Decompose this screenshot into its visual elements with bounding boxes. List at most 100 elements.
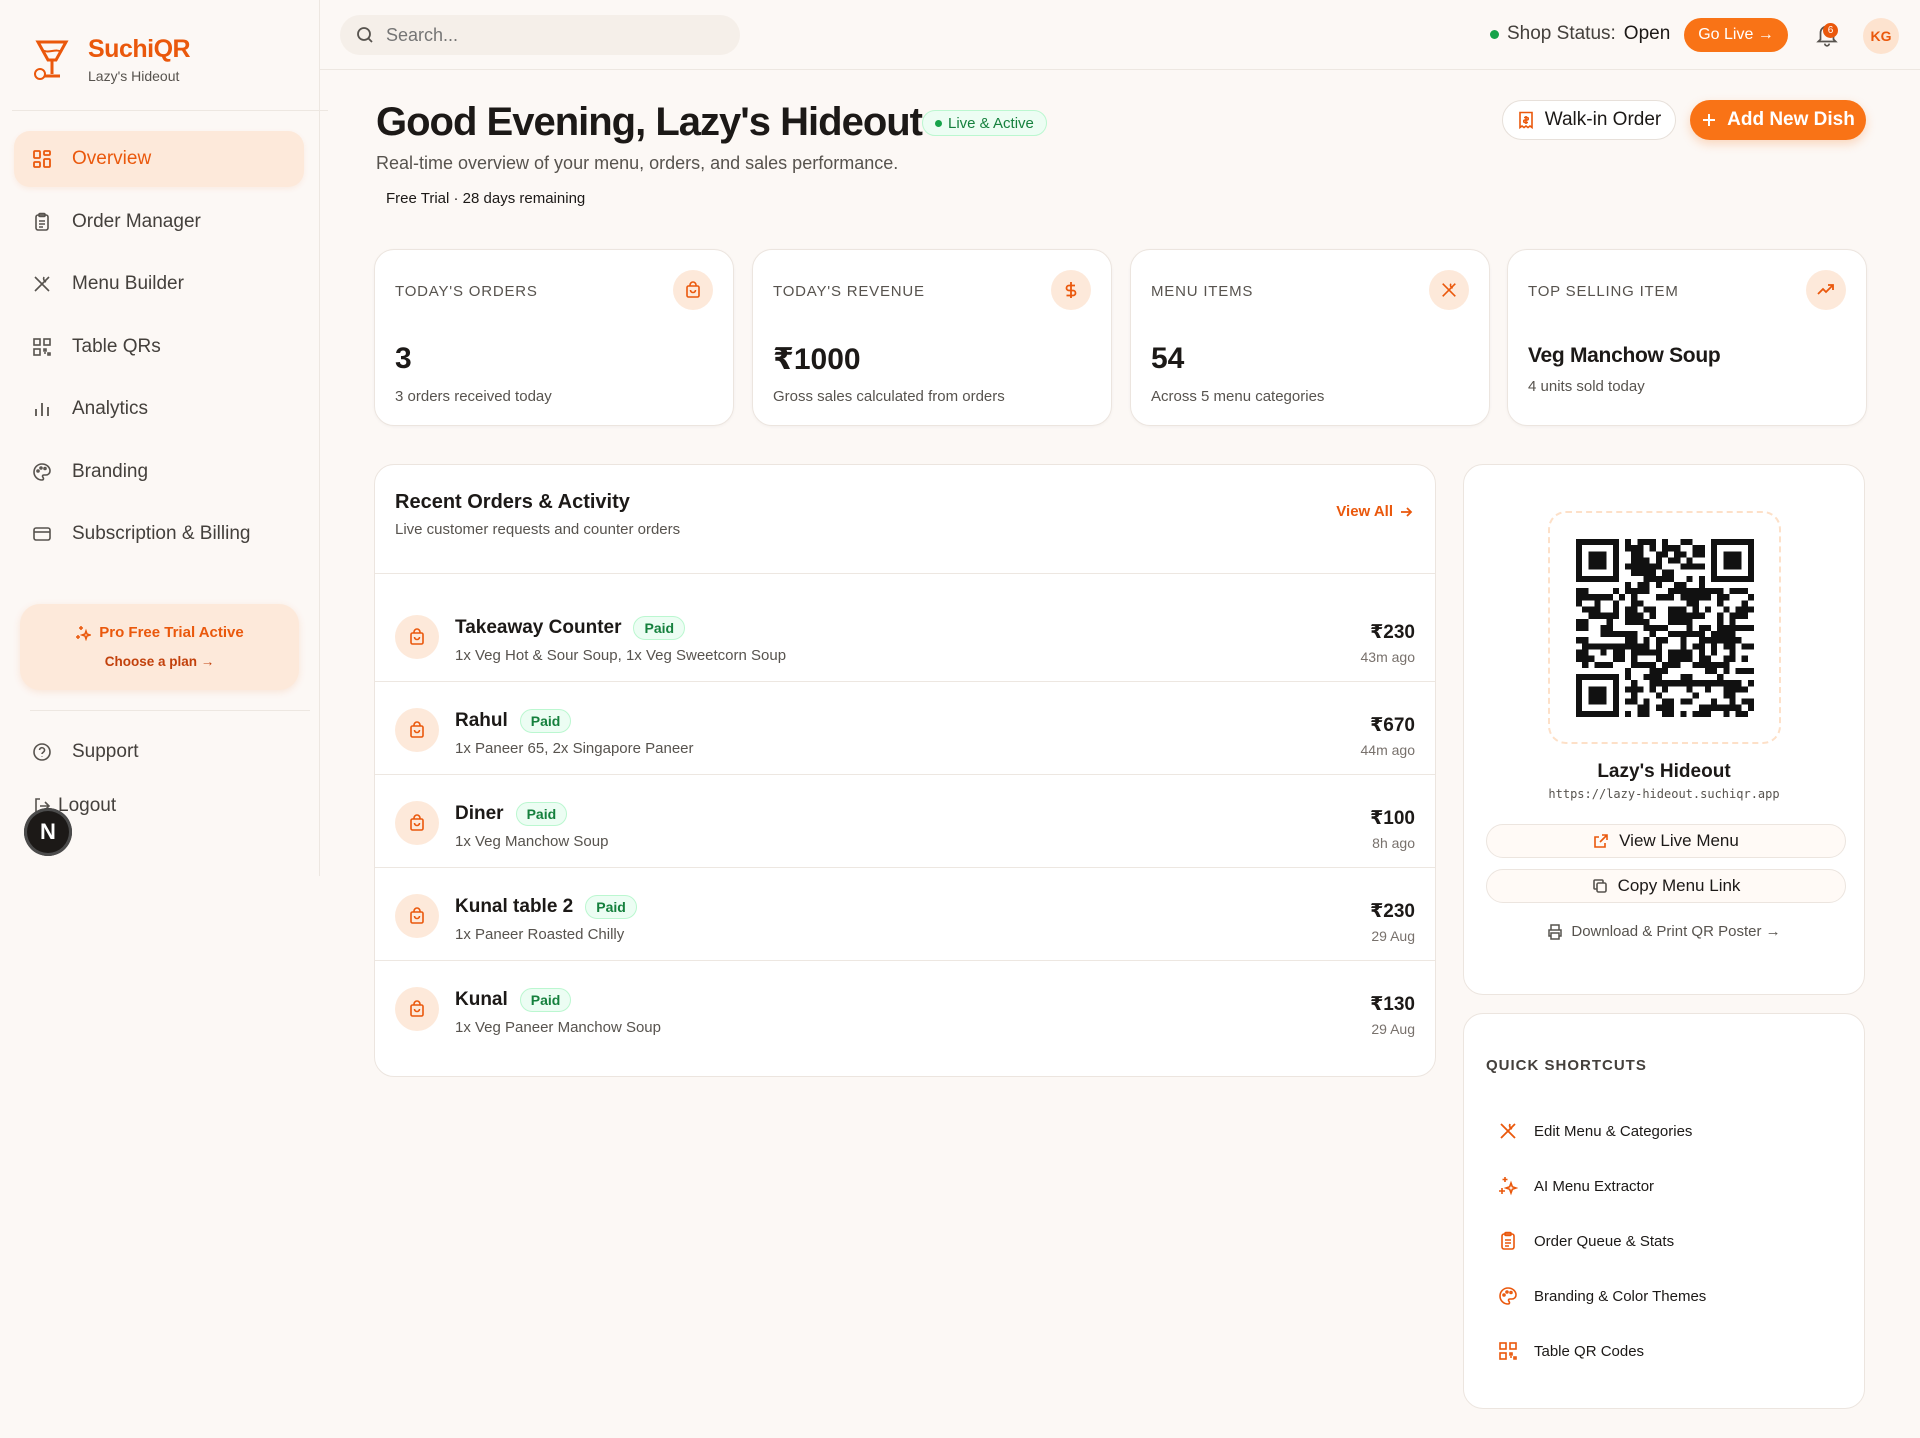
avatar[interactable]: KG — [1863, 18, 1899, 54]
shortcut-order-queue[interactable]: Order Queue & Stats — [1498, 1231, 1674, 1251]
stat-value: 3 — [395, 342, 412, 375]
choose-plan-link[interactable]: Choose a plan → — [20, 654, 299, 669]
bag-icon — [395, 801, 439, 845]
qr-restaurant-name: Lazy's Hideout — [1597, 761, 1731, 782]
stat-desc: Across 5 menu categories — [1151, 388, 1325, 405]
stat-card-top-selling: TOP SELLING ITEM Veg Manchow Soup 4 unit… — [1507, 249, 1867, 426]
support-link[interactable]: Support — [32, 741, 139, 763]
stat-value: ₹1000 — [773, 343, 861, 376]
stat-value: 54 — [1151, 342, 1185, 375]
walk-in-order-button[interactable]: Walk-in Order — [1502, 100, 1676, 140]
trial-note: Free Trial · 28 days remaining — [386, 190, 586, 207]
shop-status-value: Open — [1623, 23, 1671, 44]
order-name: Kunal — [455, 989, 508, 1010]
stat-desc: 3 orders received today — [395, 388, 552, 405]
qr-icon — [1499, 1342, 1517, 1360]
shortcut-ai-extractor[interactable]: AI Menu Extractor — [1498, 1176, 1654, 1196]
plus-icon — [1703, 114, 1716, 126]
order-items: 1x Paneer 65, 2x Singapore Paneer — [455, 740, 694, 757]
order-row[interactable]: Kunal table 2 Paid 1x Paneer Roasted Chil… — [375, 868, 1435, 961]
status-dot — [935, 119, 942, 127]
sidebar-item-subscription[interactable]: Subscription & Billing — [14, 506, 304, 562]
download-qr-poster-link[interactable]: Download & Print QR Poster → — [1464, 923, 1864, 940]
bag-icon — [395, 894, 439, 938]
shortcut-table-qr[interactable]: Table QR Codes — [1498, 1341, 1644, 1361]
trial-banner[interactable]: Pro Free Trial Active Choose a plan → — [20, 604, 299, 690]
search-input[interactable] — [386, 24, 706, 46]
view-all-link[interactable]: View All — [1336, 503, 1413, 520]
sidebar-item-overview[interactable]: Overview — [14, 131, 304, 187]
sidebar-item-label: Subscription & Billing — [72, 523, 251, 544]
sidebar-item-label: Order Manager — [72, 210, 201, 232]
bag-icon — [395, 987, 439, 1031]
sidebar-item-label: Table QRs — [72, 335, 161, 357]
sidebar-item-menu-builder[interactable]: Menu Builder — [14, 256, 304, 312]
help-circle-icon — [33, 743, 51, 761]
qr-menu-url: https://lazy-hideout.suchiqr.app — [1548, 787, 1780, 801]
brand-name: SuchiQR — [88, 34, 191, 63]
add-new-dish-button[interactable]: Add New Dish — [1690, 100, 1866, 140]
order-items: 1x Paneer Roasted Chilly — [455, 926, 625, 943]
receipt-icon — [1518, 111, 1533, 129]
order-row[interactable]: Rahul Paid 1x Paneer 65, 2x Singapore Pan… — [375, 682, 1435, 775]
paid-badge: Paid — [519, 709, 572, 733]
sidebar-item-branding[interactable]: Branding — [14, 444, 304, 500]
sidebar-item-table-qrs[interactable]: Table QRs — [14, 319, 304, 375]
sidebar-divider — [30, 710, 310, 711]
brand-subtitle: Lazy's Hideout — [88, 67, 180, 84]
order-row[interactable]: Kunal Paid 1x Veg Paneer Manchow Soup ₹13… — [375, 961, 1435, 1054]
shortcut-edit-menu[interactable]: Edit Menu & Categories — [1498, 1121, 1692, 1141]
copy-menu-link-button[interactable]: Copy Menu Link — [1486, 869, 1846, 903]
utensils-icon — [1429, 270, 1469, 310]
qr-code-frame — [1548, 511, 1781, 744]
sparkles-icon — [76, 625, 92, 641]
go-live-button[interactable]: Go Live → — [1684, 18, 1788, 52]
printer-icon — [1548, 923, 1563, 940]
order-time: 8h ago — [1372, 835, 1415, 851]
sidebar-divider — [12, 110, 328, 111]
order-row[interactable]: Diner Paid 1x Veg Manchow Soup ₹100 8h ag… — [375, 775, 1435, 868]
order-name: Rahul — [455, 710, 508, 731]
sidebar: SuchiQR Lazy's Hideout Overview Order Ma… — [0, 0, 328, 876]
order-price: ₹130 — [1370, 994, 1415, 1015]
section-title: Recent Orders & Activity — [395, 491, 630, 513]
order-name: Diner — [455, 803, 504, 824]
search-bar[interactable] — [340, 15, 740, 55]
sparkles-icon — [1499, 1177, 1518, 1196]
clipboard-icon — [35, 212, 49, 231]
sidebar-nav: Overview Order Manager Menu Builder Tabl… — [14, 131, 304, 569]
paid-badge: Paid — [515, 802, 568, 826]
utensils-icon — [1500, 1123, 1516, 1139]
section-subtitle: Live customer requests and counter order… — [395, 521, 681, 538]
bag-icon — [673, 270, 713, 310]
utensils-icon — [34, 276, 50, 292]
paid-badge: Paid — [633, 616, 686, 640]
sidebar-item-order-manager[interactable]: Order Manager — [14, 194, 304, 250]
view-live-menu-button[interactable]: View Live Menu — [1486, 824, 1846, 858]
stat-card-menu-items: MENU ITEMS 54 Across 5 menu categories — [1130, 249, 1490, 426]
shop-status: Shop Status: Open — [1490, 23, 1670, 45]
sidebar-item-label: Analytics — [72, 398, 149, 419]
order-time: 29 Aug — [1371, 1021, 1415, 1037]
brand-logo-icon — [34, 40, 69, 80]
live-status-badge: Live & Active — [922, 110, 1047, 136]
brand[interactable]: SuchiQR Lazy's Hideout — [30, 34, 191, 84]
sidebar-item-analytics[interactable]: Analytics — [14, 381, 304, 437]
sidebar-item-label: Branding — [72, 460, 149, 482]
topbar: Shop Status: Open Go Live → 6 KG — [320, 0, 1920, 70]
order-price: ₹670 — [1370, 715, 1415, 736]
external-link-icon — [1594, 834, 1608, 848]
shortcut-branding[interactable]: Branding & Color Themes — [1498, 1286, 1706, 1306]
bag-icon — [395, 615, 439, 659]
sidebar-item-label: Overview — [72, 148, 152, 169]
order-time: 44m ago — [1360, 742, 1415, 758]
order-row[interactable]: Takeaway Counter Paid 1x Veg Hot & Sour S… — [375, 589, 1435, 682]
bag-icon — [395, 708, 439, 752]
stat-desc: Gross sales calculated from orders — [773, 388, 1005, 405]
order-time: 43m ago — [1360, 649, 1415, 665]
quick-shortcuts-card: QUICK SHORTCUTS Edit Menu & Categories A… — [1463, 1013, 1865, 1409]
arrow-right-icon — [1401, 506, 1413, 517]
section-title: QUICK SHORTCUTS — [1486, 1057, 1647, 1074]
dev-badge[interactable]: N — [24, 808, 72, 856]
stat-label: TODAY'S ORDERS — [395, 283, 538, 300]
